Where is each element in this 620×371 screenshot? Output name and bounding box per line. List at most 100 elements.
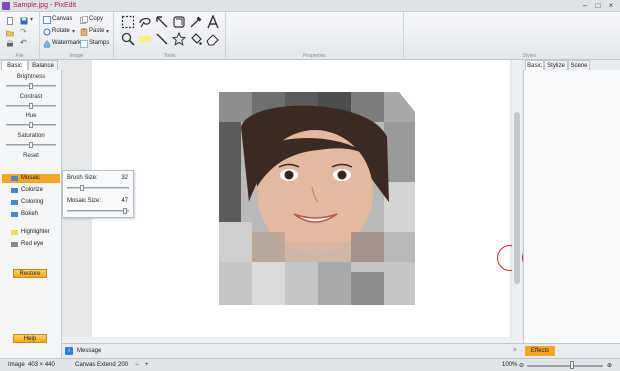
zoom-level: 100% xyxy=(502,362,518,368)
canvas-extend-value: 200 xyxy=(118,362,129,368)
text-tool-icon[interactable] xyxy=(206,15,220,29)
canvas-vertical-scrollbar[interactable] xyxy=(512,60,522,337)
arrow-pointer-icon[interactable] xyxy=(155,15,169,29)
portrait-photo[interactable] xyxy=(219,92,415,305)
colorize-icon xyxy=(11,188,18,193)
eraser-icon[interactable] xyxy=(206,32,220,46)
effect-bokeh[interactable]: Bokeh xyxy=(2,210,60,219)
rotate-dropdown-icon[interactable]: ▾ xyxy=(72,28,75,35)
image-size: 403 × 440 xyxy=(28,362,55,368)
tab-balance[interactable]: Balance xyxy=(28,60,58,70)
mosaic-size-value: 47 xyxy=(121,198,128,204)
print-icon[interactable] xyxy=(6,40,14,48)
new-file-icon[interactable] xyxy=(6,17,14,25)
restore-button[interactable]: Restore xyxy=(13,269,47,278)
canvas-extend-plus-button[interactable]: + xyxy=(145,362,149,368)
paste-button[interactable]: Paste xyxy=(89,28,104,34)
minimize-button[interactable]: – xyxy=(580,1,590,11)
image-canvas[interactable] xyxy=(92,60,523,337)
effects-bar: Effects xyxy=(523,343,620,358)
stamps-icon xyxy=(80,40,88,48)
saturation-slider-knob[interactable] xyxy=(29,142,33,148)
mosaic-size-knob[interactable] xyxy=(123,208,127,214)
effects-button[interactable]: Effects xyxy=(525,346,555,356)
canvas-icon xyxy=(43,16,51,24)
canvas-button[interactable]: Canvas xyxy=(52,16,72,22)
tools-group: Tools xyxy=(114,12,226,60)
zoom-slider[interactable] xyxy=(527,365,603,367)
paste-icon xyxy=(80,28,88,36)
lasso-icon[interactable] xyxy=(138,15,152,29)
image-group-label: Image xyxy=(69,53,84,59)
brightness-slider-knob[interactable] xyxy=(29,83,33,89)
styles-group-label: Styles xyxy=(522,53,536,59)
red-eye-icon xyxy=(11,242,18,247)
highlighter-icon[interactable] xyxy=(138,32,152,46)
tab-stylize[interactable]: Stylize xyxy=(544,60,568,70)
effect-mosaic[interactable]: Mosaic xyxy=(2,174,60,183)
paste-dropdown-icon[interactable]: ▾ xyxy=(106,28,109,35)
zoom-in-icon[interactable]: ⊕ xyxy=(607,362,612,369)
saturation-slider[interactable] xyxy=(6,142,56,148)
tab-basic[interactable]: Basic xyxy=(1,60,28,70)
help-button[interactable]: Help xyxy=(13,334,47,343)
brush-size-slider[interactable] xyxy=(67,185,129,191)
title-bar: Sample.jpg - PixEdit – □ × xyxy=(0,0,620,12)
effect-red-eye[interactable]: Red eye xyxy=(2,240,60,249)
effect-mosaic-label: Mosaic xyxy=(21,175,41,181)
vertical-scroll-thumb[interactable] xyxy=(514,112,520,284)
stamps-button[interactable]: Stamps xyxy=(89,40,109,46)
redo-icon[interactable]: ↷ xyxy=(20,27,27,36)
hue-slider[interactable] xyxy=(6,122,56,128)
message-close-icon[interactable]: × xyxy=(513,347,517,354)
line-tool-icon[interactable] xyxy=(155,32,169,46)
star-shape-icon[interactable] xyxy=(172,32,186,46)
mosaic-size-label: Mosaic Size: xyxy=(67,198,102,204)
canvas-extend-minus-button[interactable]: − xyxy=(135,362,139,368)
effect-highlighter-label: Highlighter xyxy=(21,229,50,235)
rect-select-icon[interactable] xyxy=(121,15,135,29)
brush-size-knob[interactable] xyxy=(80,185,84,191)
right-panel-tabs: Basic Stylize Scene xyxy=(523,60,620,70)
copy-icon xyxy=(80,16,88,24)
image-group: Canvas Copy Rotate ▾ Paste ▾ Watermark S… xyxy=(40,12,114,60)
contrast-slider[interactable] xyxy=(6,103,56,109)
zoom-out-icon[interactable]: ⊖ xyxy=(519,362,524,369)
status-bar: Image 403 × 440 Canvas Extend 200 − + 10… xyxy=(0,358,620,371)
effect-highlighter[interactable]: Highlighter xyxy=(2,228,60,237)
tab-scene[interactable]: Scene xyxy=(568,60,590,70)
watermark-button[interactable]: Watermark xyxy=(52,40,81,46)
file-group-label: File xyxy=(15,53,24,59)
message-bar: i Message × xyxy=(62,343,523,358)
brightness-slider[interactable] xyxy=(6,83,56,89)
tab-right-basic[interactable]: Basic xyxy=(525,60,544,70)
info-icon: i xyxy=(65,347,73,355)
properties-group-label: Properties xyxy=(303,53,326,59)
crop-icon[interactable] xyxy=(172,15,186,29)
highlighter-effect-icon xyxy=(11,230,18,235)
maximize-button[interactable]: □ xyxy=(593,1,603,11)
bokeh-icon xyxy=(11,212,18,217)
eyedropper-icon[interactable] xyxy=(189,15,203,29)
paint-bucket-icon[interactable] xyxy=(189,32,203,46)
hue-slider-knob[interactable] xyxy=(29,122,33,128)
contrast-label: Contrast xyxy=(19,94,43,100)
effect-colorize[interactable]: Colorize xyxy=(2,186,60,195)
zoom-icon[interactable] xyxy=(121,32,135,46)
save-dropdown-icon[interactable]: ▾ xyxy=(30,16,33,23)
copy-button[interactable]: Copy xyxy=(89,16,103,22)
contrast-slider-knob[interactable] xyxy=(29,103,33,109)
save-icon[interactable] xyxy=(20,17,28,25)
open-folder-icon[interactable] xyxy=(6,29,14,37)
rotate-icon xyxy=(43,28,51,36)
undo-icon[interactable]: ↶ xyxy=(20,38,27,47)
message-label: Message xyxy=(77,348,102,354)
coloring-icon xyxy=(11,200,18,205)
close-button[interactable]: × xyxy=(606,1,616,11)
rotate-button[interactable]: Rotate xyxy=(52,28,70,34)
effect-coloring[interactable]: Coloring xyxy=(2,198,60,207)
app-icon xyxy=(2,2,10,10)
mosaic-size-slider[interactable] xyxy=(67,208,129,214)
zoom-slider-knob[interactable] xyxy=(570,361,574,369)
reset-button[interactable]: Reset xyxy=(0,153,62,159)
